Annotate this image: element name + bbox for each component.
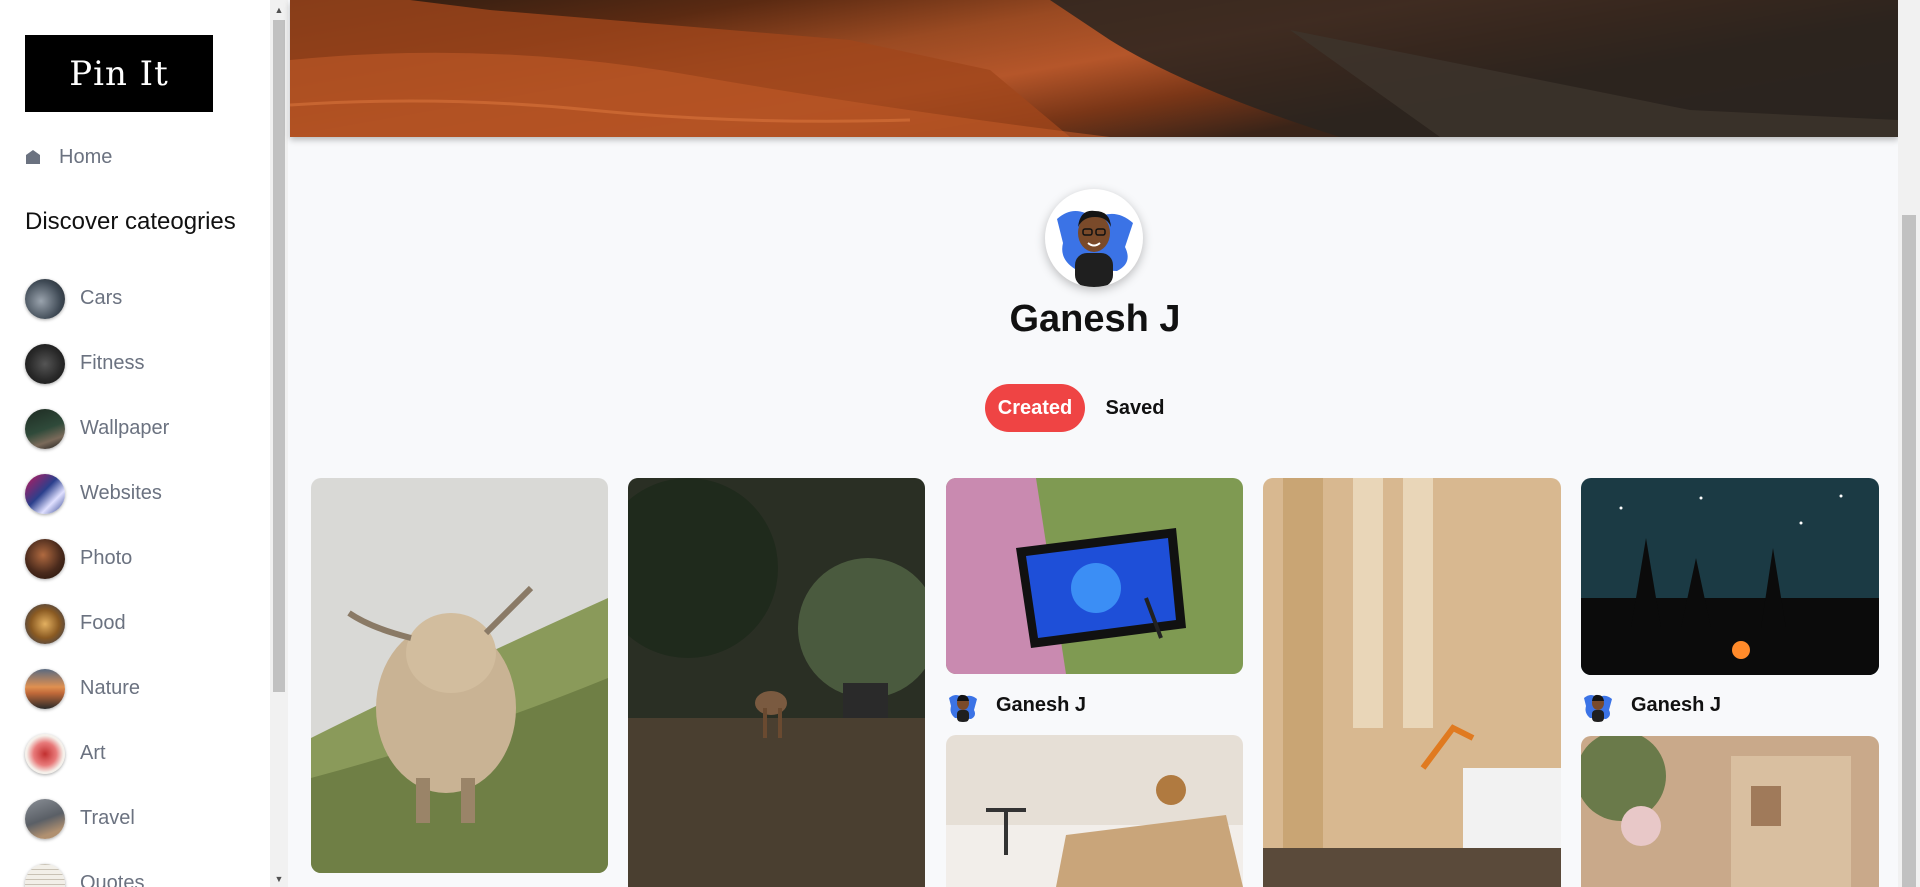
category-label: Websites [80,482,162,504]
category-label: Photo [80,547,133,569]
category-label: Fitness [80,352,145,374]
category-thumbnail [25,278,65,319]
sidebar-item-fitness[interactable]: Fitness [25,331,169,396]
pin-image-tablet-stylus[interactable] [946,478,1243,674]
author-avatar [1581,688,1615,722]
sidebar: Pin It Home Discover cateogries Cars Fit… [0,0,270,887]
author-avatar [946,688,980,722]
category-thumbnail [25,343,65,384]
category-label: Travel [80,807,135,829]
profile-banner-image [290,0,1898,137]
pin-image-office-desk[interactable] [1263,478,1561,887]
pin-author[interactable]: Ganesh J [1581,688,1721,722]
sidebar-item-label: Home [59,145,113,168]
pin-image-highland-cow[interactable] [311,478,608,873]
sidebar-item-photo[interactable]: Photo [25,526,169,591]
category-list: Cars Fitness Wallpaper Websites Photo Fo… [25,266,169,887]
category-thumbnail [25,538,65,579]
category-label: Wallpaper [80,417,170,439]
category-label: Art [80,742,106,764]
category-thumbnail [25,603,65,644]
sidebar-item-nature[interactable]: Nature [25,656,169,721]
category-thumbnail [25,408,65,449]
tab-saved[interactable]: Saved [1100,384,1170,432]
category-label: Food [80,612,126,634]
app-logo[interactable]: Pin It [25,35,213,112]
home-icon [26,150,40,164]
sidebar-item-home[interactable]: Home [25,143,112,171]
category-thumbnail [25,668,65,709]
sidebar-scrollbar-thumb[interactable] [273,20,285,692]
sidebar-item-quotes[interactable]: Quotes [25,851,169,887]
tab-created[interactable]: Created [985,384,1085,432]
pin-image-night-sky-campfire[interactable] [1581,478,1879,675]
sidebar-item-food[interactable]: Food [25,591,169,656]
page-scrollbar-thumb[interactable] [1902,215,1916,887]
sidebar-item-websites[interactable]: Websites [25,461,169,526]
profile-name: Ganesh J [1009,298,1181,340]
pin-image-santorini[interactable] [946,735,1243,887]
scroll-up-arrow-icon[interactable]: ▲ [274,5,284,15]
pin-author[interactable]: Ganesh J [946,688,1086,722]
category-thumbnail [25,863,65,887]
category-label: Quotes [80,872,145,887]
discover-categories-heading: Discover cateogries [25,208,236,235]
sidebar-item-art[interactable]: Art [25,721,169,786]
author-name: Ganesh J [1631,693,1722,716]
profile-avatar [1045,189,1143,287]
scroll-down-arrow-icon[interactable]: ▼ [274,874,284,884]
category-thumbnail [25,733,65,774]
pin-image-deer-in-forest[interactable] [628,478,925,887]
category-thumbnail [25,798,65,839]
sidebar-item-cars[interactable]: Cars [25,266,169,331]
category-label: Cars [80,287,123,309]
category-thumbnail [25,473,65,514]
pin-image-street-flowers[interactable] [1581,736,1879,887]
category-label: Nature [80,677,141,699]
sidebar-item-wallpaper[interactable]: Wallpaper [25,396,169,461]
author-name: Ganesh J [996,693,1087,716]
sidebar-item-travel[interactable]: Travel [25,786,169,851]
